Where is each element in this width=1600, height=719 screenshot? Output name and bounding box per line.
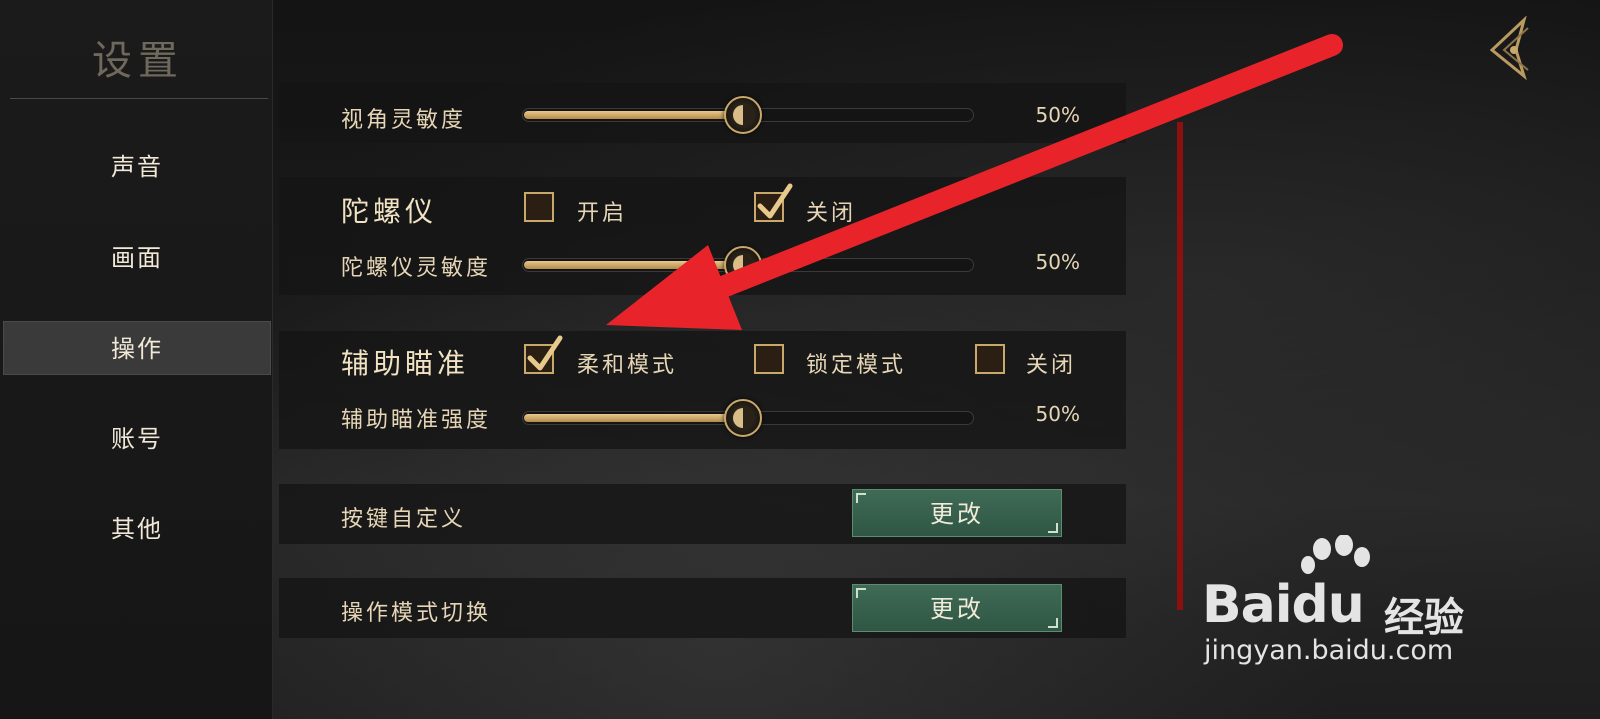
key-custom-label: 按键自定义	[341, 507, 467, 532]
scroll-divider	[1177, 122, 1183, 610]
gyroscope-on-checkbox[interactable]	[524, 192, 554, 222]
sidebar-item-controls[interactable]: 操作	[3, 321, 271, 375]
gyroscope-off-label: 关闭	[806, 201, 857, 226]
watermark-brand: Baidu	[1202, 575, 1365, 635]
view-sensitivity-label: 视角灵敏度	[341, 108, 467, 133]
aim-assist-strength-value: 50%	[1035, 402, 1080, 426]
mode-switch-change-button[interactable]: 更改	[852, 584, 1062, 632]
sidebar-title: 设置	[92, 38, 184, 84]
watermark-url: jingyan.baidu.com	[1204, 635, 1454, 666]
sidebar-item-account[interactable]: 账号	[3, 412, 271, 466]
gyroscope-sensitivity-value: 50%	[1035, 250, 1080, 274]
checkmark-icon	[527, 335, 563, 371]
slider-fill	[524, 261, 744, 269]
key-custom-change-label: 更改	[930, 500, 984, 528]
view-sensitivity-slider[interactable]	[522, 96, 974, 134]
gyroscope-sensitivity-slider[interactable]	[522, 246, 974, 284]
slider-fill	[524, 111, 744, 119]
sidebar-item-graphics[interactable]: 画面	[3, 231, 271, 285]
mode-switch-change-label: 更改	[930, 595, 984, 623]
aim-assist-lock-checkbox[interactable]	[754, 344, 784, 374]
slider-knob-icon[interactable]	[724, 246, 762, 284]
aim-assist-off-label: 关闭	[1026, 353, 1077, 378]
mode-switch-label: 操作模式切换	[341, 601, 492, 626]
slider-knob-icon[interactable]	[724, 399, 762, 437]
view-sensitivity-value: 50%	[1035, 103, 1080, 127]
baidu-watermark: Baidu 经验 jingyan.baidu.com	[1200, 535, 1500, 675]
slider-fill	[524, 414, 744, 422]
gyroscope-sensitivity-label: 陀螺仪灵敏度	[341, 256, 492, 281]
gyroscope-on-label: 开启	[577, 201, 628, 226]
back-icon[interactable]	[1484, 16, 1540, 80]
aim-assist-lock-label: 锁定模式	[806, 353, 907, 378]
sidebar-item-other[interactable]: 其他	[3, 502, 271, 556]
gyroscope-off-checkbox[interactable]	[754, 183, 793, 222]
gyroscope-label: 陀螺仪	[341, 195, 438, 228]
aim-assist-strength-slider[interactable]	[522, 399, 974, 437]
sidebar-item-sound[interactable]: 声音	[3, 140, 271, 194]
slider-knob-icon[interactable]	[724, 96, 762, 134]
sidebar: 设置 声音 画面 操作 账号 其他	[0, 0, 273, 719]
checkmark-icon	[757, 183, 793, 219]
aim-assist-strength-label: 辅助瞄准强度	[341, 408, 492, 433]
aim-assist-soft-checkbox[interactable]	[524, 335, 563, 374]
aim-assist-soft-label: 柔和模式	[577, 353, 678, 378]
aim-assist-label: 辅助瞄准	[341, 347, 470, 380]
aim-assist-off-checkbox[interactable]	[975, 344, 1005, 374]
key-custom-change-button[interactable]: 更改	[852, 489, 1062, 537]
sidebar-divider	[10, 98, 268, 99]
